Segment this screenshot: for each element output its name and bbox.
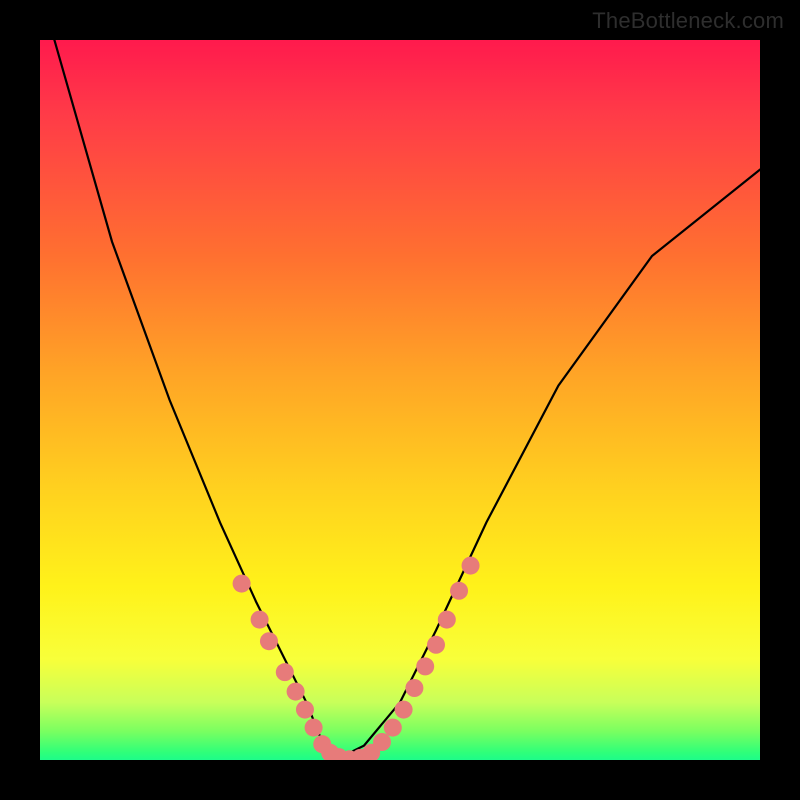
marker-dot xyxy=(287,683,305,701)
marker-dot xyxy=(427,636,445,654)
marker-dot xyxy=(296,701,314,719)
curve-group xyxy=(54,40,760,760)
marker-dot xyxy=(373,733,391,751)
marker-dot xyxy=(384,719,402,737)
plot-area xyxy=(40,40,760,760)
marker-dot xyxy=(276,663,294,681)
chart-frame: TheBottleneck.com xyxy=(0,0,800,800)
marker-dot xyxy=(251,611,269,629)
marker-dot xyxy=(395,701,413,719)
chart-svg xyxy=(40,40,760,760)
marker-dot xyxy=(438,611,456,629)
marker-dot xyxy=(462,557,480,575)
watermark-text: TheBottleneck.com xyxy=(592,8,784,34)
marker-dot xyxy=(260,632,278,650)
marker-dot xyxy=(305,719,323,737)
marker-dot xyxy=(405,679,423,697)
marker-dot xyxy=(450,582,468,600)
marker-dot xyxy=(416,657,434,675)
marker-dots xyxy=(233,557,480,760)
marker-dot xyxy=(233,575,251,593)
bottleneck-curve xyxy=(54,40,760,760)
